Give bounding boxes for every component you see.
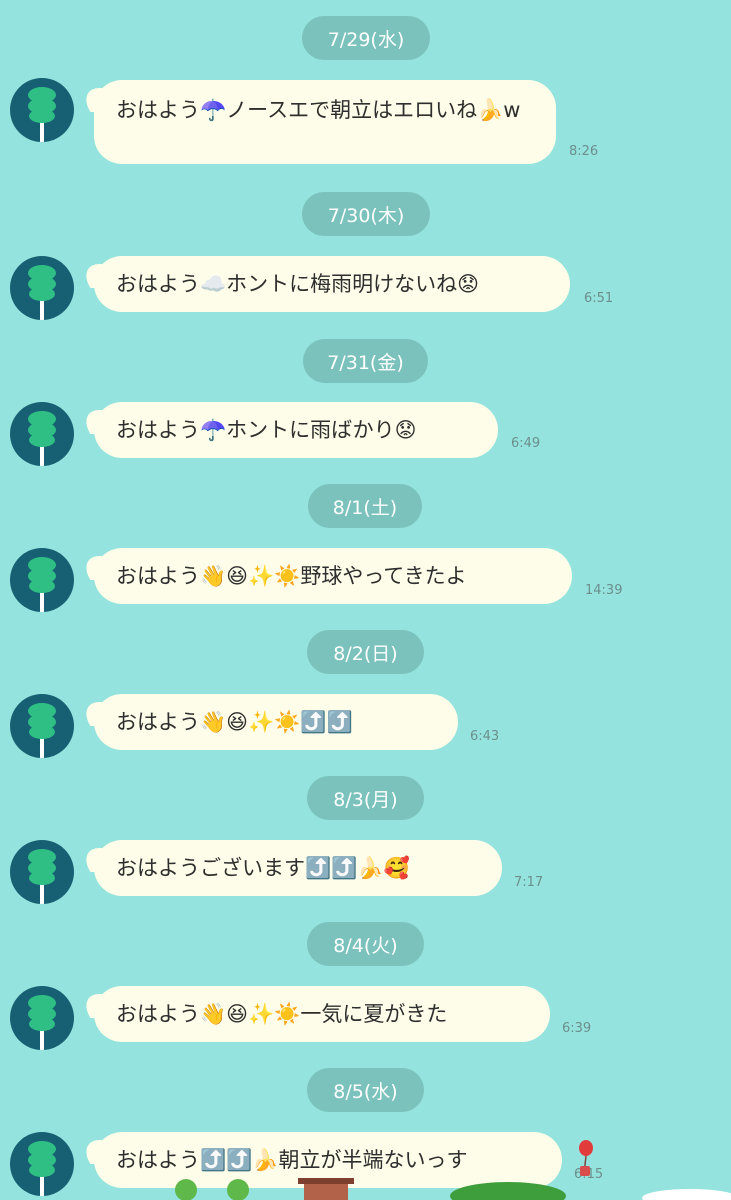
balloon-icon [579, 1140, 593, 1176]
message-bubble[interactable]: おはよう👋😆✨☀️一気に夏がきた [94, 986, 550, 1042]
message-text: おはよう👋😆✨☀️一気に夏がきた [116, 1002, 448, 1026]
message-text: おはよう👋😆✨☀️⤴️⤴️ [116, 710, 353, 734]
date-label: 8/5(水) [333, 1080, 398, 1103]
sender-avatar[interactable] [10, 548, 74, 612]
cactus-icon [28, 411, 56, 466]
date-label: 8/4(火) [333, 934, 398, 957]
message-text: おはよう👋😆✨☀️野球やってきたよ [116, 564, 467, 588]
message-text: おはよう⤴️⤴️🍌朝立が半端ないっす [116, 1148, 468, 1172]
message-text: おはようございます⤴️⤴️🍌🥰 [116, 856, 410, 880]
message-bubble[interactable]: おはよう☂️ホントに雨ばかり😟 [94, 402, 498, 458]
sender-avatar[interactable] [10, 402, 74, 466]
date-separator: 8/4(火) [307, 922, 424, 966]
cactus-icon [28, 995, 56, 1050]
date-separator: 8/5(水) [307, 1068, 424, 1112]
date-label: 7/31(金) [327, 351, 404, 374]
cactus-icon [28, 849, 56, 904]
message-text: おはよう☂️ノースエで朝立はエロいね🍌w [116, 98, 521, 122]
message-bubble[interactable]: おはよう☁️ホントに梅雨明けないね😟 [94, 256, 570, 312]
date-separator: 8/1(土) [308, 484, 422, 528]
scenery-background [175, 1178, 731, 1200]
sender-avatar[interactable] [10, 840, 74, 904]
message-time: 6:49 [511, 436, 541, 451]
message-time: 8:26 [569, 144, 599, 159]
date-label: 8/1(土) [332, 496, 398, 519]
message-bubble[interactable]: おはよう☂️ノースエで朝立はエロいね🍌w [94, 80, 556, 164]
cactus-icon [28, 703, 56, 758]
sender-avatar[interactable] [10, 256, 74, 320]
bush-icon [450, 1182, 566, 1200]
message-time: 14:39 [585, 583, 623, 598]
sender-avatar[interactable] [10, 986, 74, 1050]
message-bubble[interactable]: おはようございます⤴️⤴️🍌🥰 [94, 840, 502, 896]
message-time: 7:17 [514, 875, 544, 890]
cactus-icon [28, 87, 56, 142]
date-label: 8/2(日) [333, 642, 398, 665]
cactus-icon [28, 265, 56, 320]
date-separator: 7/30(木) [302, 192, 430, 236]
date-separator: 7/31(金) [303, 339, 428, 383]
message-text: おはよう☁️ホントに梅雨明けないね😟 [116, 272, 480, 296]
message-text: おはよう☂️ホントに雨ばかり😟 [116, 418, 417, 442]
message-time: 6:39 [562, 1021, 592, 1036]
message-bubble[interactable]: おはよう👋😆✨☀️野球やってきたよ [94, 548, 572, 604]
message-time: 6:43 [470, 729, 500, 744]
date-label: 7/29(水) [327, 28, 405, 51]
message-time: 6:51 [584, 291, 614, 306]
tree-icon [175, 1179, 197, 1200]
sender-avatar[interactable] [10, 78, 74, 142]
tree-icon [227, 1179, 249, 1200]
date-separator: 8/2(日) [307, 630, 424, 674]
sender-avatar[interactable] [10, 694, 74, 758]
date-separator: 7/29(水) [302, 16, 430, 60]
date-label: 7/30(木) [327, 204, 405, 227]
building-roof-icon [298, 1178, 354, 1184]
cactus-icon [28, 557, 56, 612]
cloud-icon [642, 1189, 731, 1200]
date-label: 8/3(月) [333, 788, 398, 811]
date-separator: 8/3(月) [307, 776, 424, 820]
message-bubble[interactable]: おはよう👋😆✨☀️⤴️⤴️ [94, 694, 458, 750]
